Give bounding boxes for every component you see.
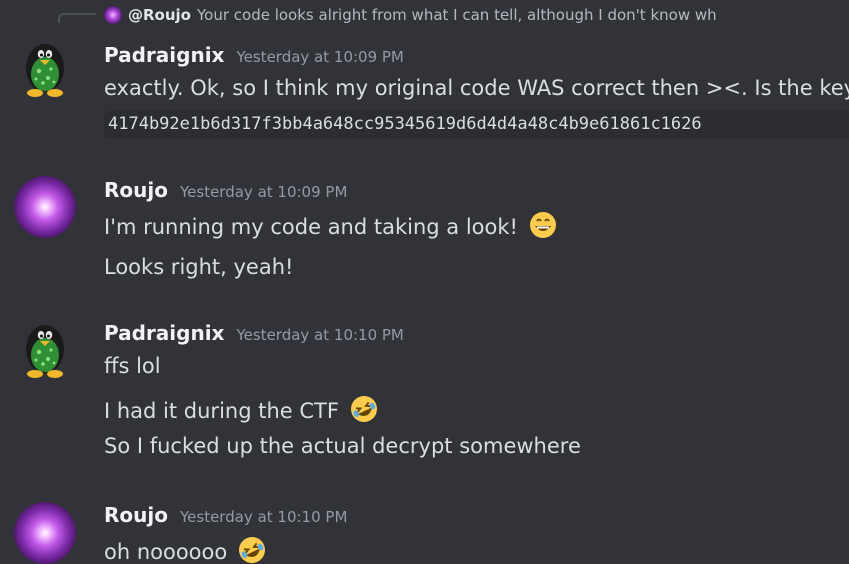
timestamp[interactable]: Yesterday at 10:10 PM bbox=[236, 326, 403, 344]
message-header: Padraignix Yesterday at 10:10 PM bbox=[104, 321, 404, 345]
message-text: oh noooooo bbox=[104, 540, 228, 564]
reply-preview[interactable]: @Roujo Your code looks alright from what… bbox=[104, 6, 717, 24]
rolling-laughing-emoji-icon bbox=[238, 537, 265, 563]
username[interactable]: Roujo bbox=[104, 503, 168, 527]
message-line: I'm running my code and taking a look! bbox=[104, 211, 557, 239]
plasma-ball-avatar-icon bbox=[14, 502, 76, 564]
tux-avatar-icon bbox=[26, 44, 64, 97]
timestamp[interactable]: Yesterday at 10:09 PM bbox=[236, 48, 403, 66]
message-text: So I fucked up the actual decrypt somewh… bbox=[104, 434, 581, 458]
plasma-ball-avatar-icon bbox=[14, 176, 76, 238]
message-line: I had it during the CTF bbox=[104, 395, 378, 423]
tux-avatar-icon bbox=[26, 325, 64, 378]
message-text: I had it during the CTF bbox=[104, 399, 339, 423]
username[interactable]: Padraignix bbox=[104, 43, 224, 67]
reply-author[interactable]: @Roujo bbox=[128, 6, 191, 24]
message-text: ffs lol bbox=[104, 354, 161, 378]
reply-connector bbox=[58, 13, 96, 23]
message-text: I'm running my code and taking a look! bbox=[104, 215, 518, 239]
avatar-padraignix[interactable] bbox=[14, 319, 76, 381]
reply-text: Your code looks alright from what I can … bbox=[196, 6, 717, 24]
timestamp[interactable]: Yesterday at 10:09 PM bbox=[180, 183, 347, 201]
message-text: exactly. Ok, so I think my original code… bbox=[104, 76, 849, 100]
inline-code: 4174b92e1b6d317f3bb4a648cc95345619d6d4d4… bbox=[104, 111, 849, 139]
avatar-roujo[interactable] bbox=[14, 176, 76, 238]
reply-avatar bbox=[104, 6, 122, 24]
message-header: Roujo Yesterday at 10:10 PM bbox=[104, 503, 347, 527]
message-text: Looks right, yeah! bbox=[104, 255, 294, 279]
username[interactable]: Roujo bbox=[104, 178, 168, 202]
timestamp[interactable]: Yesterday at 10:10 PM bbox=[180, 508, 347, 526]
message-line: oh noooooo bbox=[104, 536, 266, 564]
message-header: Padraignix Yesterday at 10:09 PM bbox=[104, 43, 404, 67]
username[interactable]: Padraignix bbox=[104, 321, 224, 345]
message-header: Roujo Yesterday at 10:09 PM bbox=[104, 178, 347, 202]
avatar-roujo[interactable] bbox=[14, 502, 76, 564]
rolling-laughing-emoji-icon bbox=[350, 396, 377, 422]
grinning-emoji-icon bbox=[529, 212, 556, 238]
avatar-padraignix[interactable] bbox=[14, 38, 76, 100]
